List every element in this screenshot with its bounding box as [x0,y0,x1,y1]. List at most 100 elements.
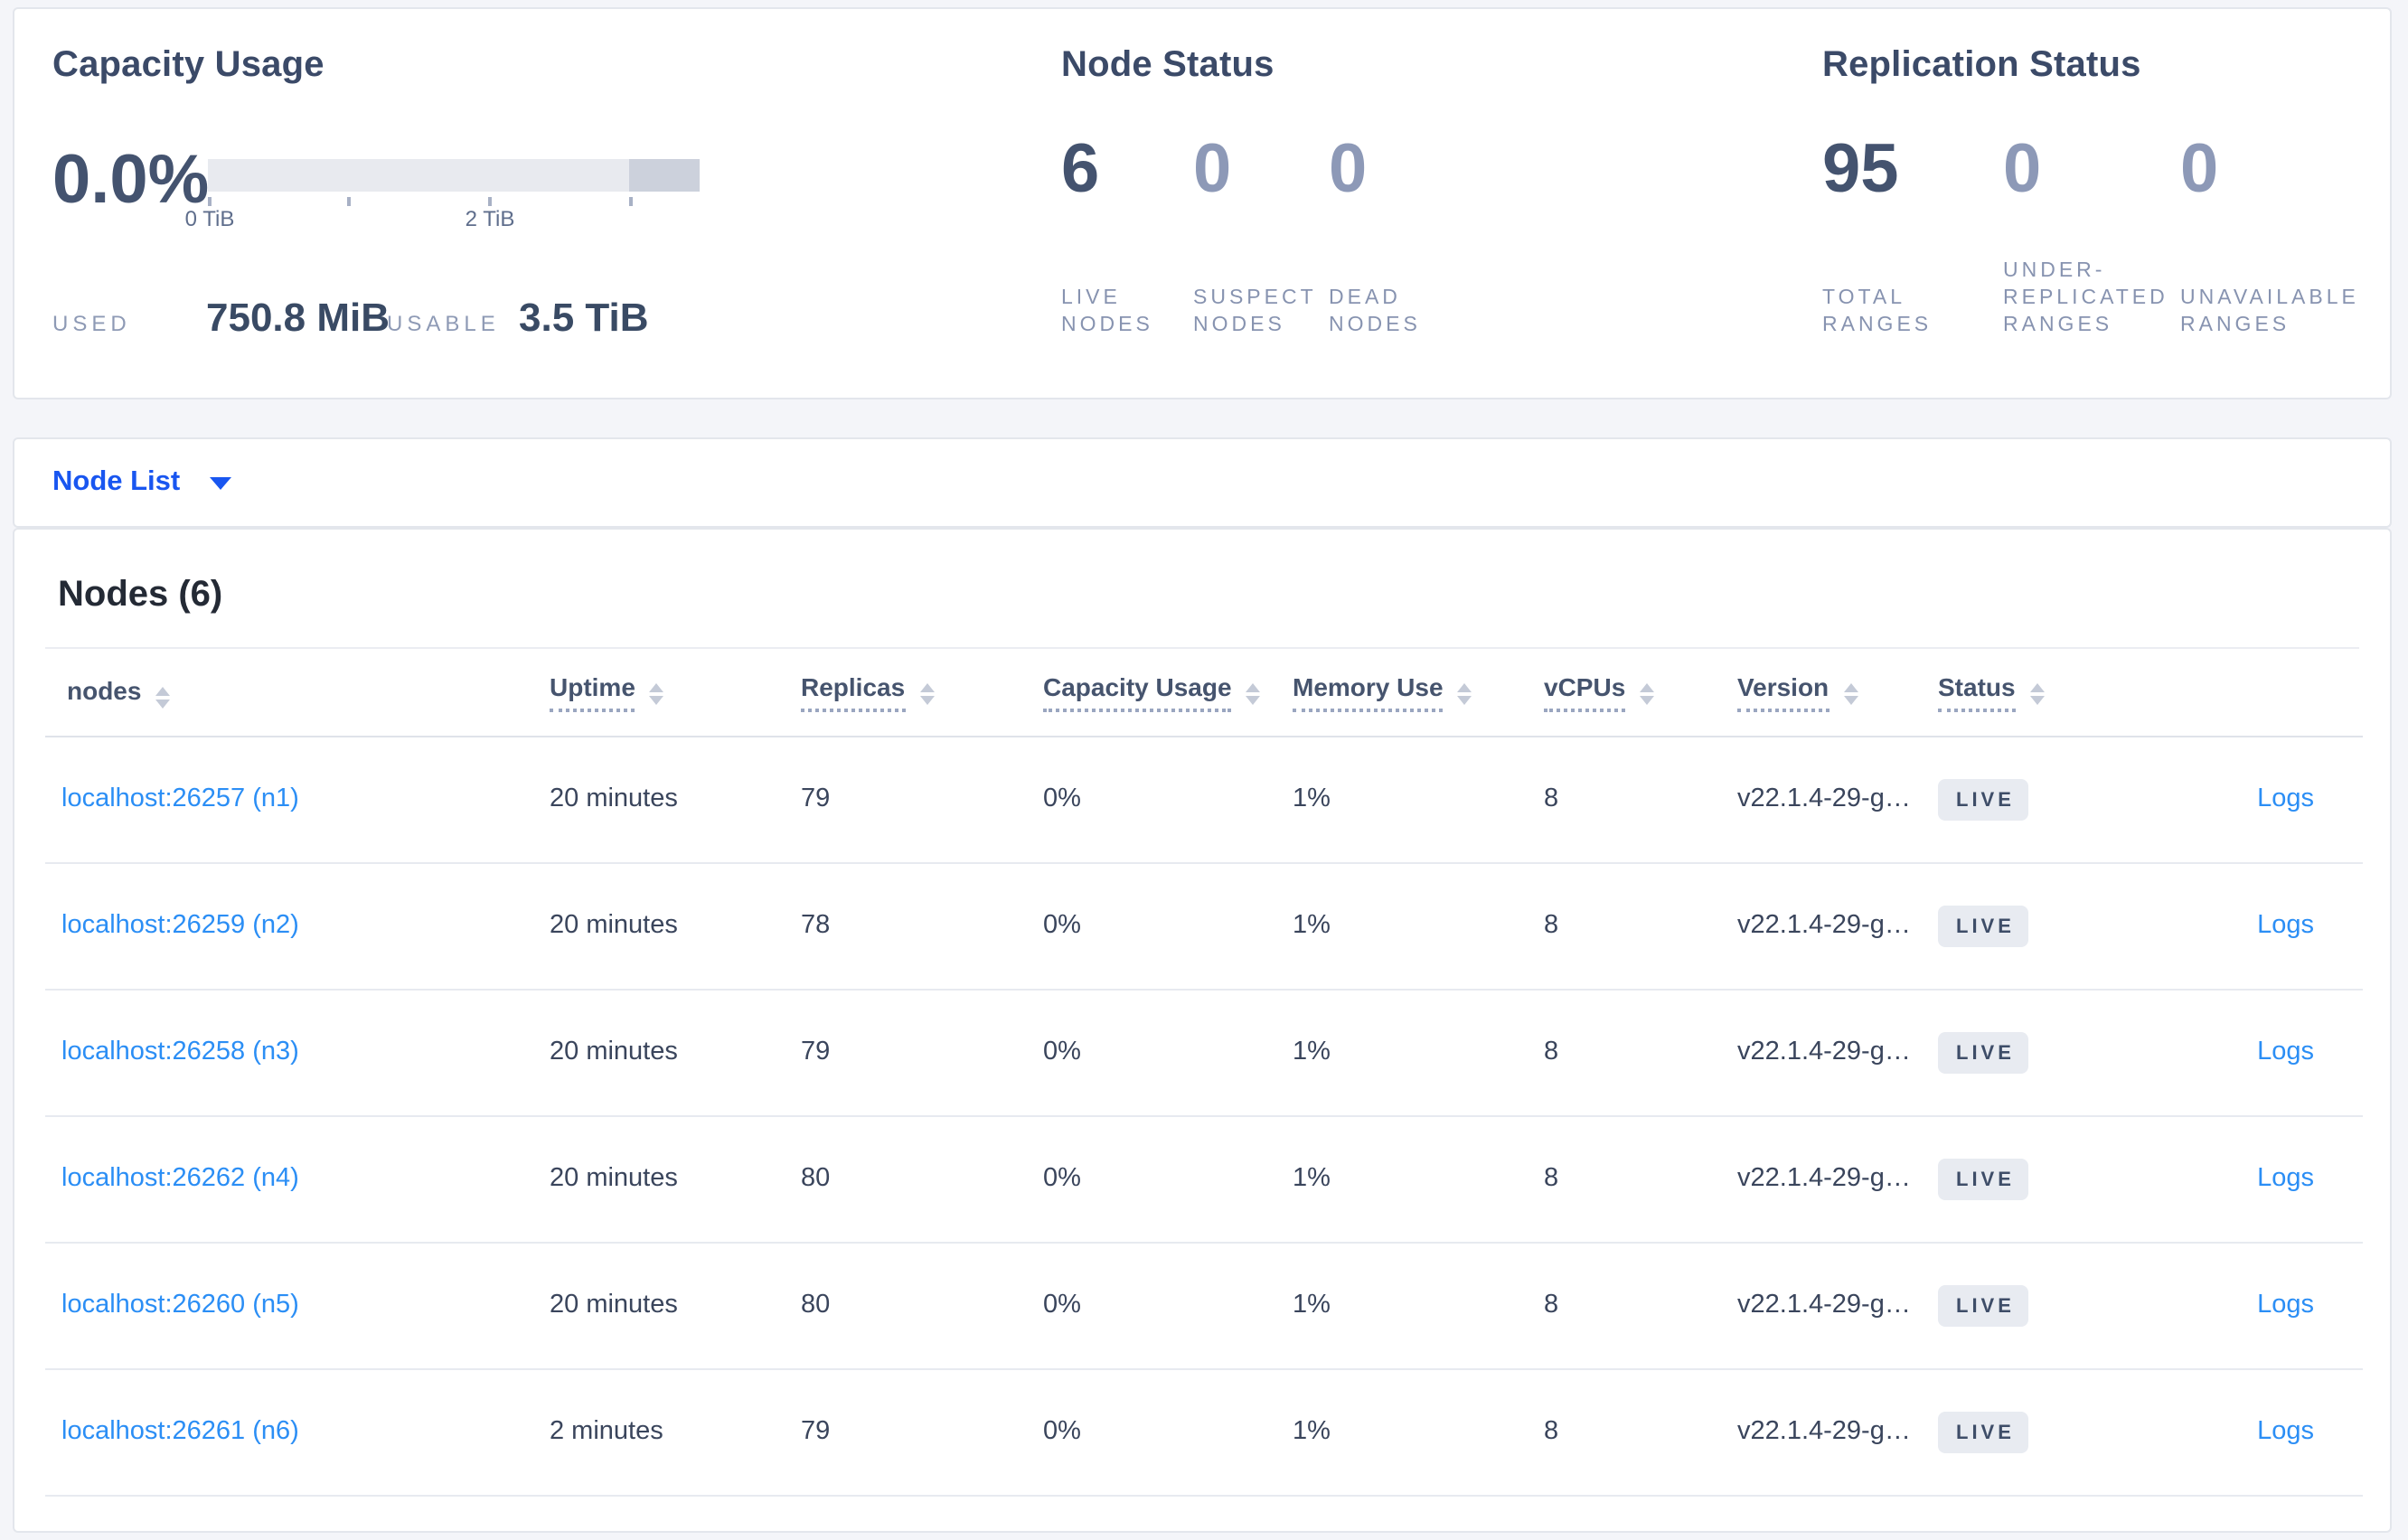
suspect-nodes-value: 0 [1193,132,1232,208]
axis-tick [629,197,633,206]
capacity-usage-cell: 0% [1043,1368,1293,1496]
uptime-cell: 2 minutes [550,1368,801,1496]
under-replicated-ranges-value: 0 [2003,132,2042,208]
status-badge: LIVE [1938,1284,2029,1326]
node-status-values: 6 0 0 [1061,128,1491,211]
axis-tick [488,197,492,206]
vcpus-cell: 8 [1544,1115,1737,1243]
status-badge: LIVE [1938,778,2029,820]
used-value: 750.8 MiB [206,295,390,340]
replicas-cell: 79 [801,736,1043,863]
capacity-gauge-reserved-segment [629,159,700,192]
column-header-memory-use[interactable]: Memory Use [1293,649,1544,737]
uptime-cell: 20 minutes [550,862,801,990]
memory-use-cell: 1% [1293,1115,1544,1243]
column-header-capacity-usage[interactable]: Capacity Usage [1043,649,1293,737]
axis-tick-label: 2 TiB [465,206,515,231]
uptime-cell: 20 minutes [550,736,801,863]
live-nodes-value: 6 [1061,132,1100,208]
logs-link[interactable]: Logs [2257,1038,2314,1066]
table-row: localhost:26258 (n3) 20 minutes 79 0% 1%… [45,989,2363,1116]
version-cell: v22.1.4-29-g… [1737,1242,1938,1369]
sort-arrows-icon[interactable] [155,686,171,709]
uptime-cell: 20 minutes [550,1115,801,1243]
capacity-usage-cell: 0% [1043,862,1293,990]
replicas-cell: 78 [801,862,1043,990]
dead-nodes-value: 0 [1329,132,1368,208]
memory-use-cell: 1% [1293,1242,1544,1369]
node-address-link[interactable]: localhost:26257 (n1) [61,784,299,813]
sort-arrows-icon[interactable] [649,682,664,705]
capacity-usage-title: Capacity Usage [52,45,325,85]
column-header-uptime[interactable]: Uptime [550,649,801,737]
status-badge: LIVE [1938,1158,2029,1199]
node-list-dropdown[interactable]: Node List [52,466,180,497]
view-selector-bar: Node List [13,437,2392,528]
replication-status-labels: TOTAL RANGES UNDER-REPLICATED RANGES UNA… [1822,257,2406,340]
replication-status-values: 95 0 0 [1822,128,2406,211]
status-badge: LIVE [1938,905,2029,946]
axis-tick [347,197,351,206]
sort-arrows-icon[interactable] [1246,682,1261,705]
node-address-link[interactable]: localhost:26261 (n6) [61,1417,299,1446]
replicas-cell: 79 [801,989,1043,1116]
vcpus-cell: 8 [1544,1242,1737,1369]
sort-arrows-icon[interactable] [2029,682,2045,705]
logs-link[interactable]: Logs [2257,1291,2314,1319]
node-address-link[interactable]: localhost:26258 (n3) [61,1038,299,1066]
column-header-logs [2155,649,2363,737]
table-row: localhost:26261 (n6) 2 minutes 79 0% 1% … [45,1368,2363,1496]
nodes-table: nodes Uptime Replicas Capacity Usage Mem… [45,649,2363,1496]
replication-status-title: Replication Status [1822,45,2141,85]
version-cell: v22.1.4-29-g… [1737,736,1938,863]
column-header-vcpus[interactable]: vCPUs [1544,649,1737,737]
sort-arrows-icon[interactable] [1457,682,1472,705]
caret-down-icon[interactable] [210,476,232,489]
vcpus-cell: 8 [1544,862,1737,990]
replicas-cell: 79 [801,1368,1043,1496]
logs-link[interactable]: Logs [2257,1164,2314,1193]
capacity-used-row: USED 750.8 MiBUSABLE 3.5 TiB [52,295,649,342]
capacity-gauge-track [208,159,700,192]
unavailable-ranges-label: UNAVAILABLE RANGES [2180,287,2359,336]
axis-tick-label: 0 TiB [184,206,235,231]
version-cell: v22.1.4-29-g… [1737,1368,1938,1496]
capacity-gauge: 0 TiB 2 TiB [185,159,700,231]
sort-arrows-icon[interactable] [1640,682,1655,705]
node-address-link[interactable]: localhost:26262 (n4) [61,1164,299,1193]
dead-nodes-label: DEAD NODES [1329,287,1421,336]
usable-label: USABLE [387,311,500,336]
column-header-nodes[interactable]: nodes [45,649,550,737]
table-row: localhost:26259 (n2) 20 minutes 78 0% 1%… [45,862,2363,990]
node-address-link[interactable]: localhost:26260 (n5) [61,1291,299,1319]
sort-arrows-icon[interactable] [919,682,935,705]
suspect-nodes-label: SUSPECT NODES [1193,287,1317,336]
memory-use-cell: 1% [1293,736,1544,863]
logs-link[interactable]: Logs [2257,784,2314,813]
node-status-labels: LIVE NODES SUSPECT NODES DEAD NODES [1061,257,1491,340]
logs-link[interactable]: Logs [2257,1417,2314,1446]
usable-value: 3.5 TiB [519,295,649,340]
status-badge: LIVE [1938,1411,2029,1452]
used-label: USED [52,311,131,336]
version-cell: v22.1.4-29-g… [1737,989,1938,1116]
cluster-overview-page: Capacity Usage 0.0% 0 TiB 2 TiB USED 750.… [0,0,2408,1540]
nodes-table-panel: Nodes (6) nodes Uptime Replicas Capacity… [13,528,2392,1533]
version-cell: v22.1.4-29-g… [1737,1115,1938,1243]
column-header-status[interactable]: Status [1938,649,2155,737]
node-address-link[interactable]: localhost:26259 (n2) [61,911,299,940]
replicas-cell: 80 [801,1242,1043,1369]
column-header-version[interactable]: Version [1737,649,1938,737]
memory-use-cell: 1% [1293,1368,1544,1496]
memory-use-cell: 1% [1293,989,1544,1116]
logs-link[interactable]: Logs [2257,911,2314,940]
status-badge: LIVE [1938,1031,2029,1073]
nodes-section-title: Nodes (6) [58,575,223,615]
vcpus-cell: 8 [1544,989,1737,1116]
replicas-cell: 80 [801,1115,1043,1243]
uptime-cell: 20 minutes [550,989,801,1116]
total-ranges-value: 95 [1822,132,1899,208]
column-header-replicas[interactable]: Replicas [801,649,1043,737]
capacity-usage-cell: 0% [1043,989,1293,1116]
sort-arrows-icon[interactable] [1843,682,1858,705]
